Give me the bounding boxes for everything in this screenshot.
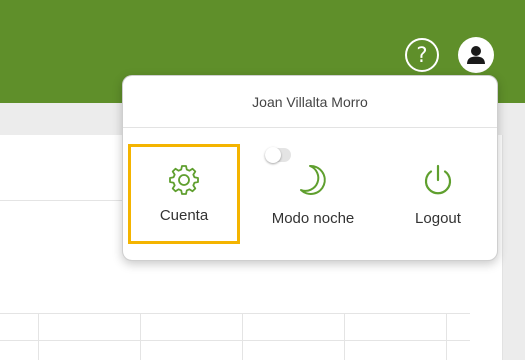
gear-icon	[169, 165, 199, 195]
grid-line	[242, 313, 243, 360]
modo-noche-button[interactable]: Modo noche	[253, 144, 373, 244]
grid-line	[344, 313, 345, 360]
grid-line	[0, 340, 470, 341]
logout-label: Logout	[415, 210, 461, 227]
cuenta-button[interactable]: Cuenta	[128, 144, 240, 244]
user-name: Joan Villalta Morro	[123, 76, 497, 128]
grid-line	[0, 200, 140, 201]
grid-line	[446, 313, 447, 360]
user-avatar-button[interactable]	[458, 37, 494, 73]
grid-line	[0, 313, 470, 314]
help-icon: ?	[416, 43, 428, 67]
power-icon	[424, 164, 452, 195]
modo-noche-label: Modo noche	[271, 210, 355, 227]
logout-button[interactable]: Logout	[388, 144, 488, 244]
right-scroll-area	[503, 103, 525, 360]
moon-icon	[300, 164, 326, 195]
grid-line	[38, 313, 39, 360]
help-button[interactable]: ?	[405, 38, 439, 72]
user-icon	[467, 46, 485, 64]
grid-line	[140, 313, 141, 360]
cuenta-label: Cuenta	[159, 207, 209, 224]
user-menu-dropdown: Joan Villalta Morro Cuenta Modo noche Lo…	[122, 75, 498, 261]
